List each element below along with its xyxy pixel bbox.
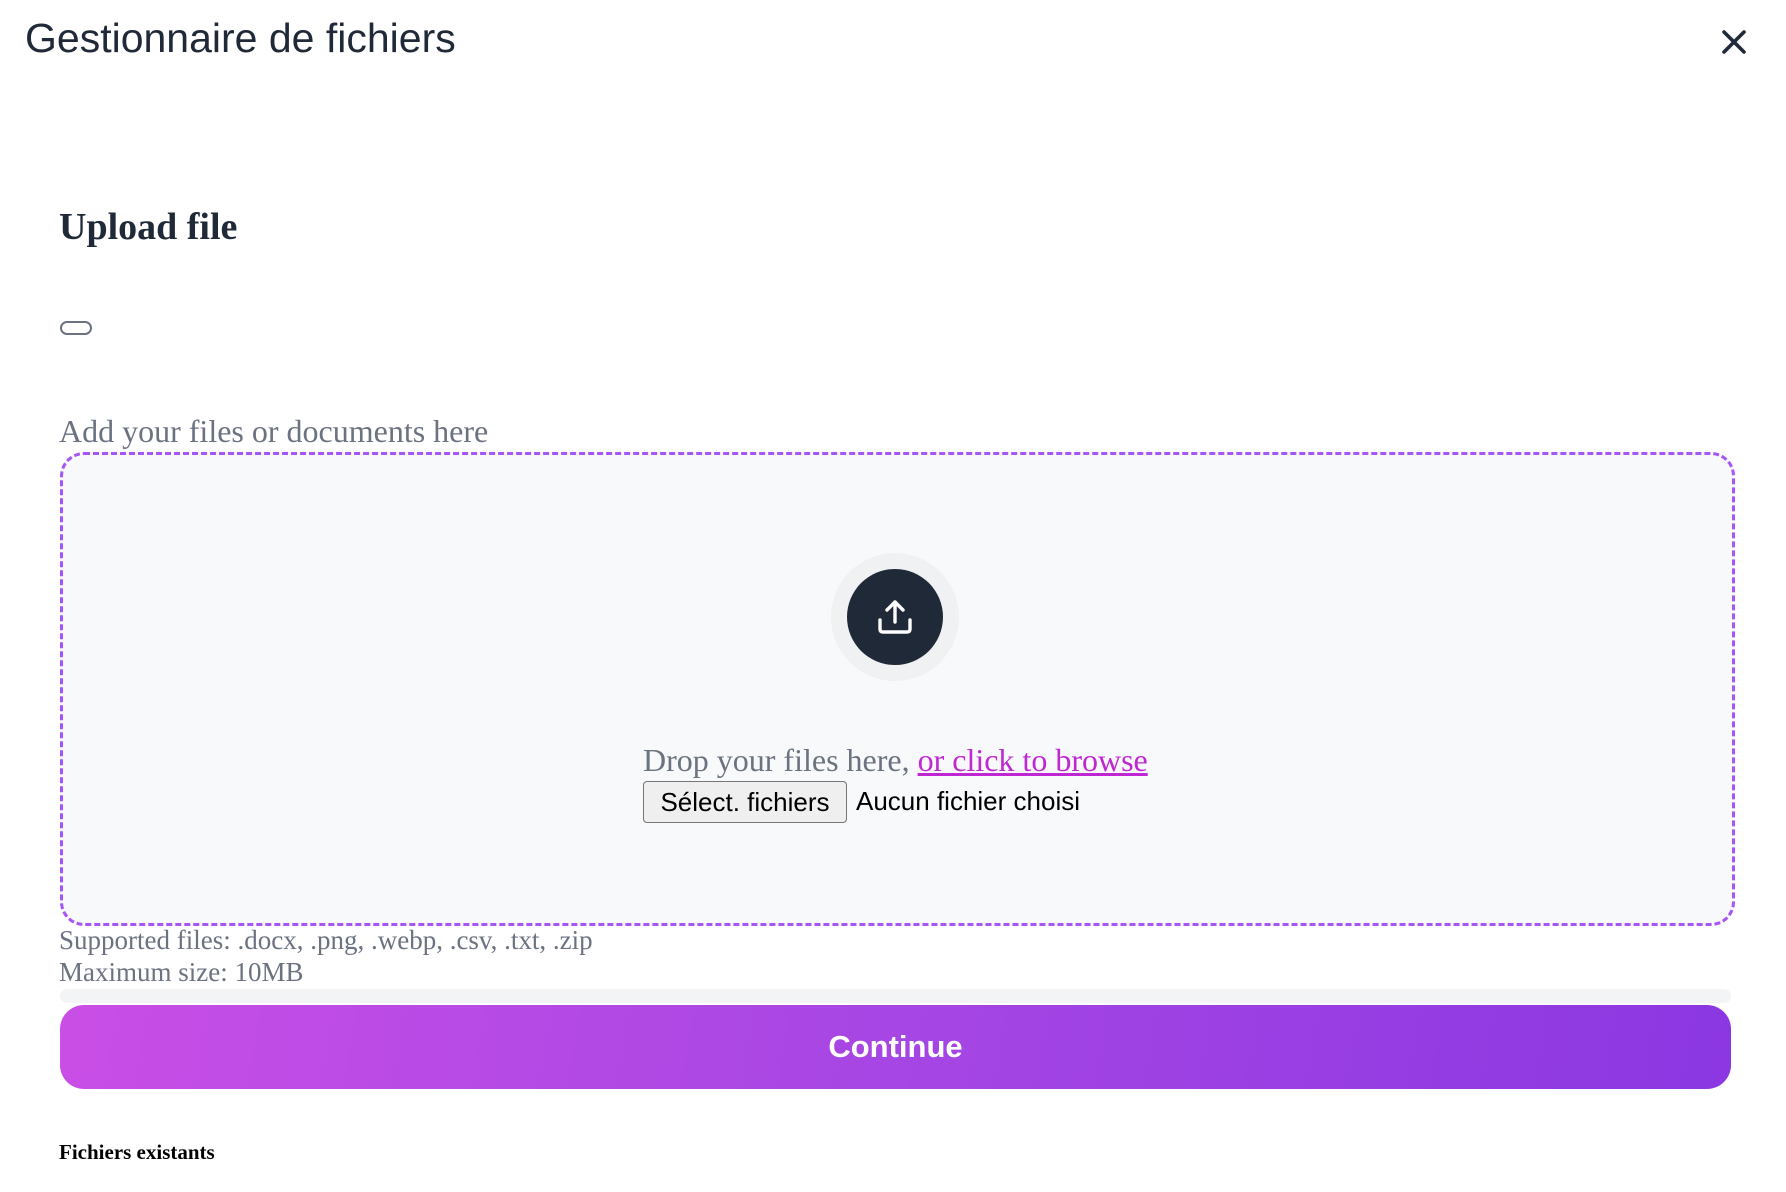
file-input-status: Aucun fichier choisi bbox=[856, 786, 1080, 816]
close-icon bbox=[1722, 30, 1746, 54]
supported-files-hint: Supported files: .docx, .png, .webp, .cs… bbox=[59, 925, 593, 955]
upload-icon bbox=[878, 600, 912, 634]
select-files-button[interactable]: Sélect. fichiers bbox=[643, 781, 847, 823]
toggle-switch[interactable] bbox=[60, 321, 92, 335]
upload-icon-badge bbox=[847, 569, 943, 665]
drop-instructions: Drop your files here, or click to browse bbox=[643, 744, 1148, 776]
file-dropzone[interactable] bbox=[60, 452, 1735, 926]
close-button[interactable] bbox=[1714, 22, 1754, 62]
continue-button[interactable]: Continue bbox=[60, 1005, 1731, 1089]
drop-text: Drop your files here, bbox=[643, 742, 910, 778]
upload-section-title: Upload file bbox=[59, 206, 238, 248]
max-size-hint: Maximum size: 10MB bbox=[59, 957, 304, 987]
dropzone-label: Add your files or documents here bbox=[59, 413, 489, 449]
page-title: Gestionnaire de fichiers bbox=[25, 15, 456, 61]
upload-progress-bar bbox=[60, 989, 1731, 1003]
file-manager-dialog: Gestionnaire de fichiers Upload file Add… bbox=[0, 0, 1786, 1192]
existing-files-title: Fichiers existants bbox=[59, 1140, 215, 1164]
browse-link[interactable]: or click to browse bbox=[918, 742, 1148, 778]
